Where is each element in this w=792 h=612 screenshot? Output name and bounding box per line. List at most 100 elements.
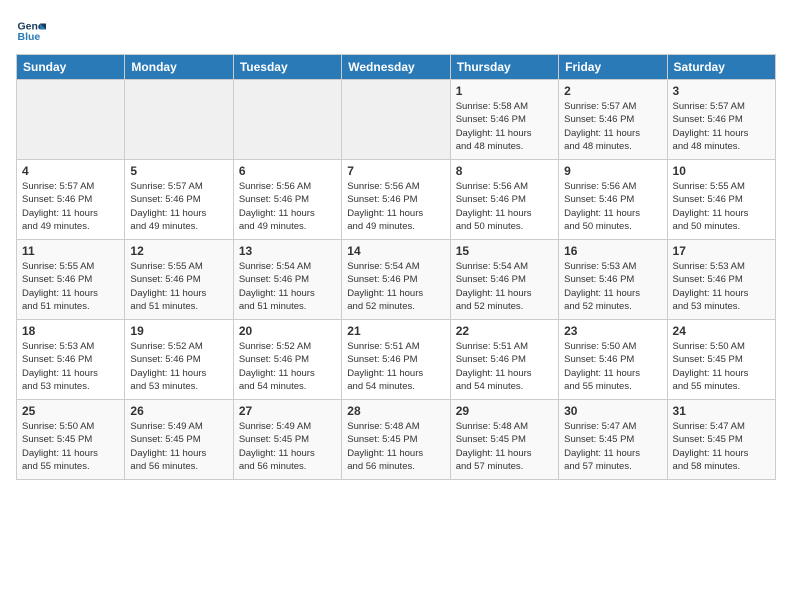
day-info: Sunrise: 5:51 AM Sunset: 5:46 PM Dayligh… [347, 340, 444, 393]
logo-icon: General Blue [16, 16, 46, 46]
day-number: 9 [564, 164, 661, 178]
day-number: 30 [564, 404, 661, 418]
calendar-cell: 21 Sunrise: 5:51 AM Sunset: 5:46 PM Dayli… [342, 320, 450, 400]
day-number: 3 [673, 84, 770, 98]
day-info: Sunrise: 5:53 AM Sunset: 5:46 PM Dayligh… [673, 260, 770, 313]
day-info: Sunrise: 5:54 AM Sunset: 5:46 PM Dayligh… [456, 260, 553, 313]
day-number: 7 [347, 164, 444, 178]
day-info: Sunrise: 5:48 AM Sunset: 5:45 PM Dayligh… [347, 420, 444, 473]
day-info: Sunrise: 5:56 AM Sunset: 5:46 PM Dayligh… [239, 180, 336, 233]
day-info: Sunrise: 5:56 AM Sunset: 5:46 PM Dayligh… [347, 180, 444, 233]
calendar-cell: 18 Sunrise: 5:53 AM Sunset: 5:46 PM Dayli… [17, 320, 125, 400]
day-info: Sunrise: 5:54 AM Sunset: 5:46 PM Dayligh… [347, 260, 444, 313]
calendar-cell: 28 Sunrise: 5:48 AM Sunset: 5:45 PM Dayli… [342, 400, 450, 480]
calendar-cell: 27 Sunrise: 5:49 AM Sunset: 5:45 PM Dayli… [233, 400, 341, 480]
calendar-cell [17, 80, 125, 160]
calendar-cell: 30 Sunrise: 5:47 AM Sunset: 5:45 PM Dayli… [559, 400, 667, 480]
calendar-cell: 7 Sunrise: 5:56 AM Sunset: 5:46 PM Daylig… [342, 160, 450, 240]
day-info: Sunrise: 5:49 AM Sunset: 5:45 PM Dayligh… [239, 420, 336, 473]
calendar-cell: 29 Sunrise: 5:48 AM Sunset: 5:45 PM Dayli… [450, 400, 558, 480]
day-number: 17 [673, 244, 770, 258]
col-header-tuesday: Tuesday [233, 55, 341, 80]
day-info: Sunrise: 5:47 AM Sunset: 5:45 PM Dayligh… [673, 420, 770, 473]
calendar-cell: 13 Sunrise: 5:54 AM Sunset: 5:46 PM Dayli… [233, 240, 341, 320]
calendar-cell: 26 Sunrise: 5:49 AM Sunset: 5:45 PM Dayli… [125, 400, 233, 480]
day-info: Sunrise: 5:58 AM Sunset: 5:46 PM Dayligh… [456, 100, 553, 153]
day-number: 11 [22, 244, 119, 258]
day-info: Sunrise: 5:48 AM Sunset: 5:45 PM Dayligh… [456, 420, 553, 473]
day-number: 19 [130, 324, 227, 338]
calendar-cell: 2 Sunrise: 5:57 AM Sunset: 5:46 PM Daylig… [559, 80, 667, 160]
day-number: 26 [130, 404, 227, 418]
col-header-monday: Monday [125, 55, 233, 80]
day-number: 25 [22, 404, 119, 418]
calendar-cell: 15 Sunrise: 5:54 AM Sunset: 5:46 PM Dayli… [450, 240, 558, 320]
day-number: 28 [347, 404, 444, 418]
calendar-cell: 31 Sunrise: 5:47 AM Sunset: 5:45 PM Dayli… [667, 400, 775, 480]
calendar-cell: 4Sunrise: 5:57 AM Sunset: 5:46 PM Daylig… [17, 160, 125, 240]
col-header-saturday: Saturday [667, 55, 775, 80]
day-number: 18 [22, 324, 119, 338]
calendar-cell: 3 Sunrise: 5:57 AM Sunset: 5:46 PM Daylig… [667, 80, 775, 160]
calendar-cell: 11 Sunrise: 5:55 AM Sunset: 5:46 PM Dayli… [17, 240, 125, 320]
calendar-cell: 24Sunrise: 5:50 AM Sunset: 5:45 PM Dayli… [667, 320, 775, 400]
col-header-friday: Friday [559, 55, 667, 80]
calendar-table: SundayMondayTuesdayWednesdayThursdayFrid… [16, 54, 776, 480]
calendar-cell: 22 Sunrise: 5:51 AM Sunset: 5:46 PM Dayli… [450, 320, 558, 400]
day-number: 14 [347, 244, 444, 258]
day-number: 2 [564, 84, 661, 98]
day-number: 10 [673, 164, 770, 178]
calendar-cell: 12Sunrise: 5:55 AM Sunset: 5:46 PM Dayli… [125, 240, 233, 320]
day-number: 22 [456, 324, 553, 338]
calendar-cell: 10 Sunrise: 5:55 AM Sunset: 5:46 PM Dayli… [667, 160, 775, 240]
day-info: Sunrise: 5:55 AM Sunset: 5:46 PM Dayligh… [673, 180, 770, 233]
day-info: Sunrise: 5:57 AM Sunset: 5:46 PM Dayligh… [673, 100, 770, 153]
page-header: General Blue [16, 16, 776, 46]
svg-text:Blue: Blue [18, 31, 41, 43]
calendar-cell: 16Sunrise: 5:53 AM Sunset: 5:46 PM Dayli… [559, 240, 667, 320]
day-number: 6 [239, 164, 336, 178]
calendar-cell: 1 Sunrise: 5:58 AM Sunset: 5:46 PM Daylig… [450, 80, 558, 160]
calendar-cell: 14 Sunrise: 5:54 AM Sunset: 5:46 PM Dayli… [342, 240, 450, 320]
calendar-cell: 6 Sunrise: 5:56 AM Sunset: 5:46 PM Daylig… [233, 160, 341, 240]
calendar-cell: 20 Sunrise: 5:52 AM Sunset: 5:46 PM Dayli… [233, 320, 341, 400]
day-number: 21 [347, 324, 444, 338]
day-info: Sunrise: 5:50 AM Sunset: 5:46 PM Dayligh… [564, 340, 661, 393]
day-number: 24 [673, 324, 770, 338]
day-info: Sunrise: 5:56 AM Sunset: 5:46 PM Dayligh… [456, 180, 553, 233]
calendar-cell: 23 Sunrise: 5:50 AM Sunset: 5:46 PM Dayli… [559, 320, 667, 400]
day-info: Sunrise: 5:56 AM Sunset: 5:46 PM Dayligh… [564, 180, 661, 233]
day-number: 20 [239, 324, 336, 338]
calendar-cell: 17 Sunrise: 5:53 AM Sunset: 5:46 PM Dayli… [667, 240, 775, 320]
day-number: 1 [456, 84, 553, 98]
day-info: Sunrise: 5:54 AM Sunset: 5:46 PM Dayligh… [239, 260, 336, 313]
day-info: Sunrise: 5:57 AM Sunset: 5:46 PM Dayligh… [22, 180, 119, 233]
day-info: Sunrise: 5:47 AM Sunset: 5:45 PM Dayligh… [564, 420, 661, 473]
day-info: Sunrise: 5:57 AM Sunset: 5:46 PM Dayligh… [130, 180, 227, 233]
day-number: 29 [456, 404, 553, 418]
col-header-wednesday: Wednesday [342, 55, 450, 80]
day-info: Sunrise: 5:51 AM Sunset: 5:46 PM Dayligh… [456, 340, 553, 393]
day-info: Sunrise: 5:49 AM Sunset: 5:45 PM Dayligh… [130, 420, 227, 473]
logo: General Blue [16, 16, 50, 46]
day-number: 12 [130, 244, 227, 258]
day-number: 27 [239, 404, 336, 418]
col-header-thursday: Thursday [450, 55, 558, 80]
day-number: 31 [673, 404, 770, 418]
day-number: 13 [239, 244, 336, 258]
day-info: Sunrise: 5:50 AM Sunset: 5:45 PM Dayligh… [22, 420, 119, 473]
day-info: Sunrise: 5:57 AM Sunset: 5:46 PM Dayligh… [564, 100, 661, 153]
calendar-cell [342, 80, 450, 160]
calendar-cell: 8Sunrise: 5:56 AM Sunset: 5:46 PM Daylig… [450, 160, 558, 240]
day-info: Sunrise: 5:52 AM Sunset: 5:46 PM Dayligh… [239, 340, 336, 393]
day-info: Sunrise: 5:55 AM Sunset: 5:46 PM Dayligh… [22, 260, 119, 313]
col-header-sunday: Sunday [17, 55, 125, 80]
calendar-cell: 25 Sunrise: 5:50 AM Sunset: 5:45 PM Dayli… [17, 400, 125, 480]
calendar-cell: 5 Sunrise: 5:57 AM Sunset: 5:46 PM Daylig… [125, 160, 233, 240]
day-number: 5 [130, 164, 227, 178]
day-number: 23 [564, 324, 661, 338]
calendar-cell [125, 80, 233, 160]
calendar-cell: 9 Sunrise: 5:56 AM Sunset: 5:46 PM Daylig… [559, 160, 667, 240]
day-info: Sunrise: 5:53 AM Sunset: 5:46 PM Dayligh… [22, 340, 119, 393]
day-number: 15 [456, 244, 553, 258]
